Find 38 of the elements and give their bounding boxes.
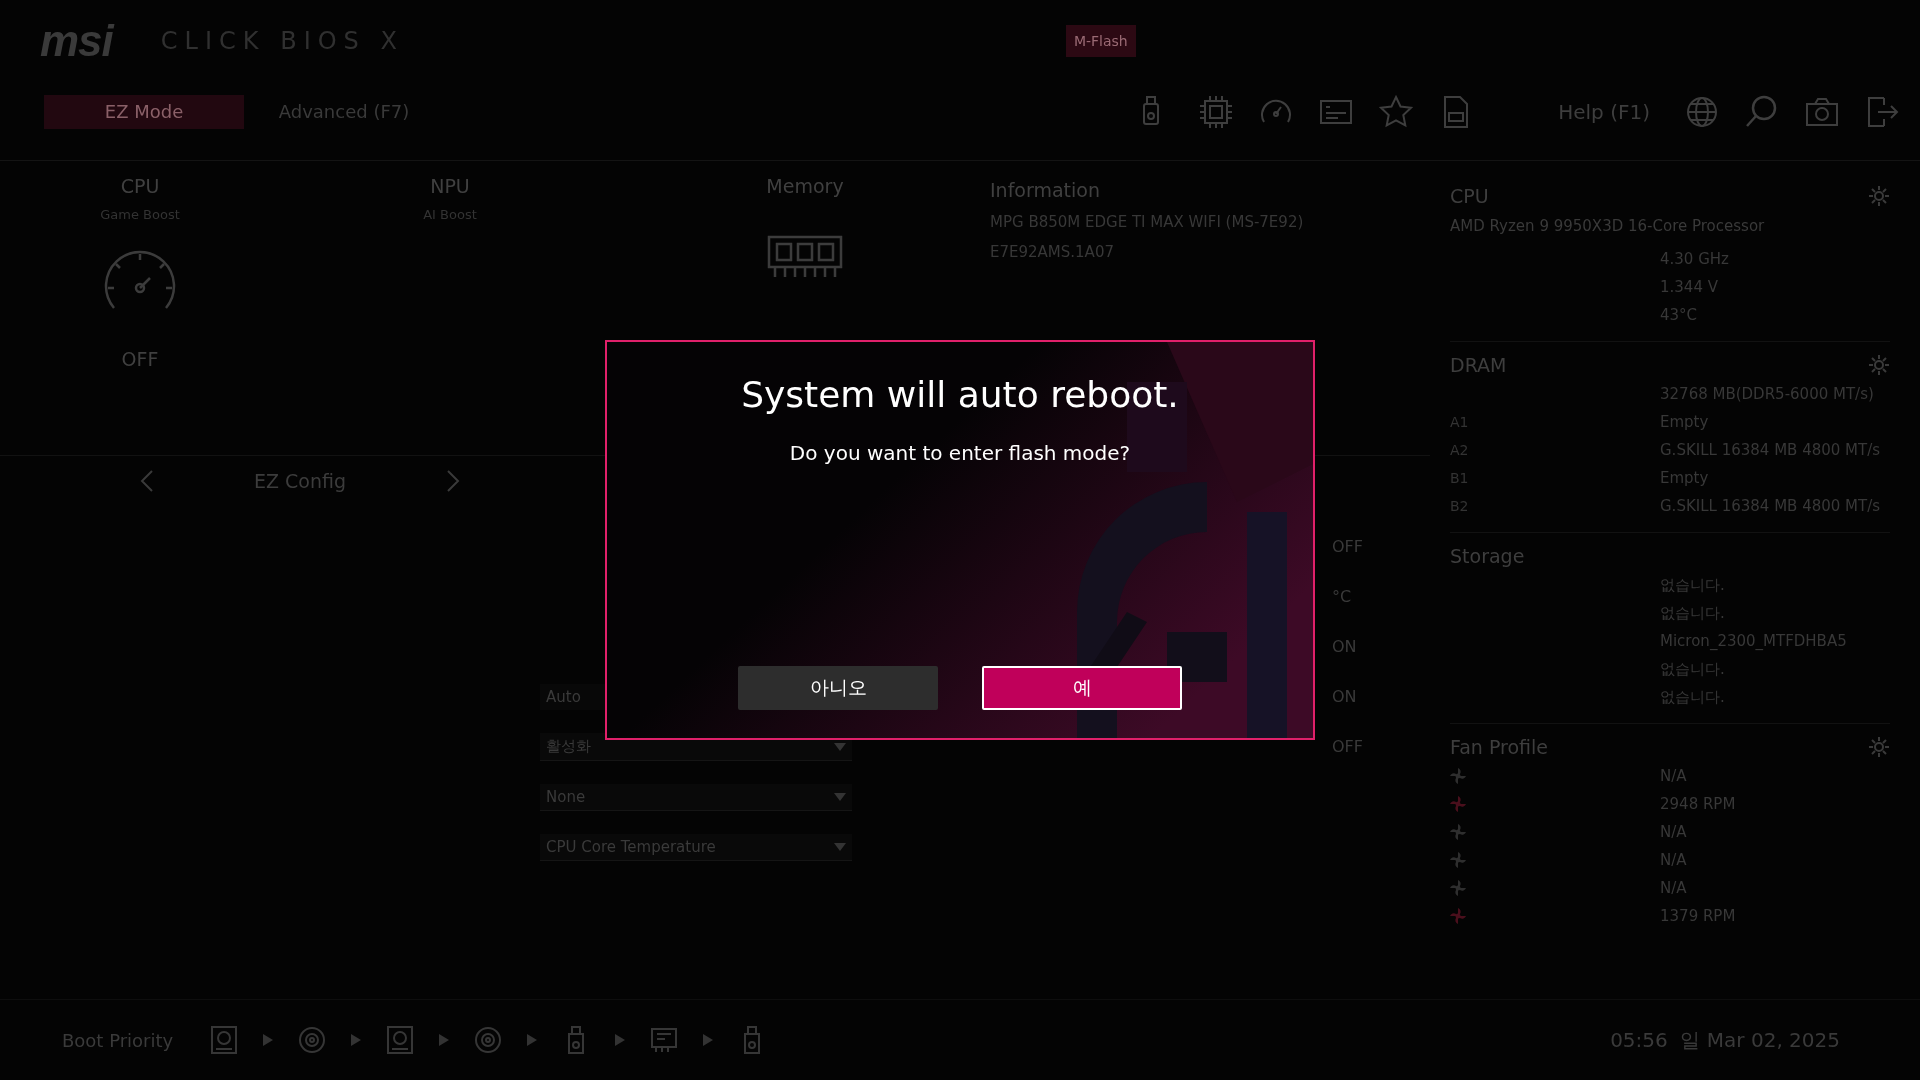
caret-icon <box>834 742 846 751</box>
disc-icon[interactable] <box>297 1024 328 1056</box>
section-title: DRAM <box>1450 354 1507 376</box>
help-link[interactable]: Help (F1) <box>1558 100 1650 124</box>
mode-tab[interactable]: EZ Mode <box>44 95 244 129</box>
dialog-title: System will auto reboot. <box>741 374 1179 415</box>
hard-drive-icon[interactable] <box>209 1024 240 1056</box>
settings-icon[interactable] <box>1868 354 1890 376</box>
arrow-icon <box>527 1034 538 1046</box>
m-flash-button[interactable]: M-Flash <box>1065 25 1136 57</box>
state-label: OFF <box>121 348 159 370</box>
section-title: Fan Profile <box>1450 736 1548 758</box>
dialog-message: Do you want to enter flash mode? <box>789 441 1131 465</box>
arrow-icon <box>263 1034 274 1046</box>
settings-icon[interactable] <box>1868 736 1890 758</box>
disc-icon[interactable] <box>473 1024 504 1056</box>
section-title[interactable]: CPU <box>120 175 160 197</box>
hard-drive-icon[interactable] <box>385 1024 416 1056</box>
star-icon[interactable] <box>1378 94 1415 130</box>
settings-icon[interactable] <box>1868 185 1890 207</box>
section-title: Information <box>990 179 1101 201</box>
chevron-right-icon[interactable] <box>446 469 460 493</box>
section-title: CPU <box>1450 185 1489 207</box>
no-button[interactable]: 아니오 <box>738 666 938 710</box>
section-title: Storage <box>1450 545 1525 567</box>
section-title: EZ Config <box>254 470 346 492</box>
arrow-icon <box>439 1034 450 1046</box>
chip-icon[interactable] <box>1198 94 1235 130</box>
section-title[interactable]: NPU <box>430 175 470 197</box>
chevron-left-icon[interactable] <box>140 469 154 493</box>
arrow-icon <box>351 1034 362 1046</box>
section-title[interactable]: Memory <box>766 175 844 197</box>
arrow-icon <box>615 1034 626 1046</box>
arrow-icon <box>703 1034 714 1046</box>
caret-icon <box>834 842 846 851</box>
caret-icon <box>834 792 846 801</box>
globe-icon[interactable] <box>1684 94 1720 130</box>
yes-button[interactable]: 예 <box>982 666 1182 710</box>
